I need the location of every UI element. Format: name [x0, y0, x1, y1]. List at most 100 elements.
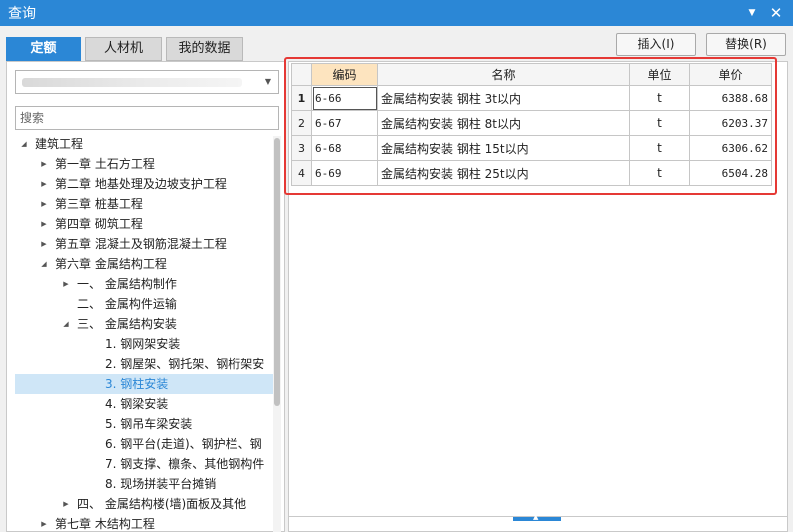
tab-my-data[interactable]: 我的数据	[166, 37, 243, 61]
tree-node[interactable]: ▶ 一、 金属结构制作	[15, 274, 273, 294]
tree-node[interactable]: ▶ 四、 金属结构楼(墙)面板及其他	[15, 494, 273, 514]
tree-node[interactable]: 7. 钢支撑、檩条、其他钢构件	[15, 454, 273, 474]
cell-name[interactable]: 金属结构安装 钢柱 3t以内	[377, 85, 630, 111]
tree-node-label: 3. 钢柱安装	[105, 377, 169, 391]
header-name[interactable]: 名称	[377, 63, 630, 86]
cell-name[interactable]: 金属结构安装 钢柱 15t以内	[377, 135, 630, 161]
tree-node[interactable]: ▶ 第七章 木结构工程	[15, 514, 273, 532]
cell-unit[interactable]: t	[629, 110, 690, 136]
tree-node[interactable]: 4. 钢梁安装	[15, 394, 273, 414]
tree-node[interactable]: ◢ 建筑工程	[15, 134, 273, 154]
tab-labor-materials[interactable]: 人材机	[85, 37, 162, 61]
tree-node[interactable]: ▶ 第四章 砌筑工程	[15, 214, 273, 234]
collapsed-triangle-icon[interactable]: ▶	[61, 274, 71, 294]
tree-scrollbar[interactable]	[273, 136, 281, 532]
tree-node-label: 三、 金属结构安装	[77, 317, 177, 331]
pin-icon[interactable]: ▼	[741, 2, 763, 24]
tree-node-label: 二、 金属构件运输	[77, 297, 177, 311]
cell-name[interactable]: 金属结构安装 钢柱 25t以内	[377, 160, 630, 186]
collapsed-triangle-icon[interactable]: ▶	[39, 174, 49, 194]
tree-node-label: 第四章 砌筑工程	[55, 217, 143, 231]
collapsed-triangle-icon[interactable]: ▶	[39, 514, 49, 532]
tab-quota[interactable]: 定额	[6, 37, 81, 61]
tree-node[interactable]: ◢ 第六章 金属结构工程	[15, 254, 273, 274]
tree-node-label: 一、 金属结构制作	[77, 277, 177, 291]
header-code[interactable]: 编码	[311, 63, 378, 86]
tree-node-label: 5. 钢吊车梁安装	[105, 417, 193, 431]
insert-button[interactable]: 插入(I)	[616, 33, 696, 56]
tree-node-label: 第二章 地基处理及边坡支护工程	[55, 177, 227, 191]
cell-price[interactable]: 6306.62	[689, 135, 772, 161]
cell-price[interactable]: 6504.28	[689, 160, 772, 186]
header-price[interactable]: 单价	[689, 63, 772, 86]
table-header-row: 编码 名称 单位 单价	[291, 63, 772, 86]
tree-node[interactable]: 二、 金属构件运输	[15, 294, 273, 314]
collapsed-triangle-icon[interactable]: ▶	[39, 154, 49, 174]
expanded-triangle-icon[interactable]: ◢	[61, 314, 71, 334]
tree-node-label: 8. 现场拼装平台摊销	[105, 477, 217, 491]
cell-code[interactable]: 6-68	[311, 135, 378, 161]
table-row[interactable]: 1 6-66 金属结构安装 钢柱 3t以内 t 6388.68	[291, 85, 772, 111]
tree-node-label: 第五章 混凝土及钢筋混凝土工程	[55, 237, 227, 251]
table-row[interactable]: 2 6-67 金属结构安装 钢柱 8t以内 t 6203.37	[291, 110, 772, 136]
cell-name[interactable]: 金属结构安装 钢柱 8t以内	[377, 110, 630, 136]
tree-scrollbar-thumb[interactable]	[274, 138, 280, 406]
tree-node[interactable]: 5. 钢吊车梁安装	[15, 414, 273, 434]
tree-node[interactable]: ▶ 第二章 地基处理及边坡支护工程	[15, 174, 273, 194]
library-select-value	[22, 78, 242, 87]
cell-price[interactable]: 6203.37	[689, 110, 772, 136]
search-input[interactable]	[15, 106, 279, 130]
collapsed-triangle-icon[interactable]: ▶	[39, 214, 49, 234]
row-number: 3	[291, 135, 312, 161]
tree-node[interactable]: 8. 现场拼装平台摊销	[15, 474, 273, 494]
tree-node-label: 四、 金属结构楼(墙)面板及其他	[77, 497, 247, 511]
tree-node[interactable]: ▶ 第三章 桩基工程	[15, 194, 273, 214]
library-select[interactable]: ▼	[15, 70, 279, 94]
splitter-handle[interactable]: ▲	[513, 513, 561, 521]
chevron-up-icon: ▲	[533, 513, 539, 521]
tree-node-label: 2. 钢屋架、钢托架、钢桁架安	[105, 357, 265, 371]
row-number: 4	[291, 160, 312, 186]
cell-code[interactable]: 6-67	[311, 110, 378, 136]
expanded-triangle-icon[interactable]: ◢	[19, 134, 29, 154]
chevron-down-icon[interactable]: ▼	[262, 76, 274, 88]
cell-code[interactable]: 6-66	[311, 85, 378, 111]
chapter-tree: ◢ 建筑工程 ▶ 第一章 土石方工程 ▶ 第二章 地基处理及边坡支护工程 ▶ 第三章 桩基工程…	[15, 134, 273, 532]
header-corner	[291, 63, 312, 86]
cell-unit[interactable]: t	[629, 160, 690, 186]
left-panel: ▼ ◢ 建筑工程 ▶ 第一章 土石方工程 ▶ 第二章 地基处理及边坡支护工程 ▶ 第三章 桩基…	[6, 61, 285, 532]
tree-node[interactable]: 6. 钢平台(走道)、钢护栏、钢	[15, 434, 273, 454]
row-number: 1	[291, 85, 312, 111]
tree-node-label: 第六章 金属结构工程	[55, 257, 167, 271]
tree-node-label: 6. 钢平台(走道)、钢护栏、钢	[105, 437, 262, 451]
table-row[interactable]: 3 6-68 金属结构安装 钢柱 15t以内 t 6306.62	[291, 135, 772, 161]
tree-node[interactable]: 1. 钢网架安装	[15, 334, 273, 354]
tree-node[interactable]: 2. 钢屋架、钢托架、钢桁架安	[15, 354, 273, 374]
replace-button[interactable]: 替换(R)	[706, 33, 786, 56]
cell-unit[interactable]: t	[629, 85, 690, 111]
result-scrollbar[interactable]: ▲	[288, 513, 788, 532]
window-titlebar: 查询 ▼ ✕	[0, 0, 793, 26]
expanded-triangle-icon[interactable]: ◢	[39, 254, 49, 274]
quota-table: 编码 名称 单位 单价 1 6-66 金属结构安装 钢柱 3t以内 t 6388…	[291, 63, 772, 186]
collapsed-triangle-icon[interactable]: ▶	[61, 494, 71, 514]
window-title: 查询	[8, 6, 36, 22]
tree-node[interactable]: ◢ 三、 金属结构安装	[15, 314, 273, 334]
collapsed-triangle-icon[interactable]: ▶	[39, 234, 49, 254]
tree-node-label: 第一章 土石方工程	[55, 157, 155, 171]
cell-price[interactable]: 6388.68	[689, 85, 772, 111]
collapsed-triangle-icon[interactable]: ▶	[39, 194, 49, 214]
tree-node-label: 1. 钢网架安装	[105, 337, 181, 351]
tree-node[interactable]: 3. 钢柱安装	[15, 374, 273, 394]
cell-unit[interactable]: t	[629, 135, 690, 161]
close-icon[interactable]: ✕	[765, 2, 787, 24]
cell-code[interactable]: 6-69	[311, 160, 378, 186]
tree-node-label: 建筑工程	[35, 137, 84, 151]
tree-node[interactable]: ▶ 第五章 混凝土及钢筋混凝土工程	[15, 234, 273, 254]
tree-node-label: 4. 钢梁安装	[105, 397, 169, 411]
table-row[interactable]: 4 6-69 金属结构安装 钢柱 25t以内 t 6504.28	[291, 160, 772, 186]
tree-node-label: 7. 钢支撑、檩条、其他钢构件	[105, 457, 265, 471]
tree-node[interactable]: ▶ 第一章 土石方工程	[15, 154, 273, 174]
tree-node-label: 第七章 木结构工程	[55, 517, 155, 531]
header-unit[interactable]: 单位	[629, 63, 690, 86]
